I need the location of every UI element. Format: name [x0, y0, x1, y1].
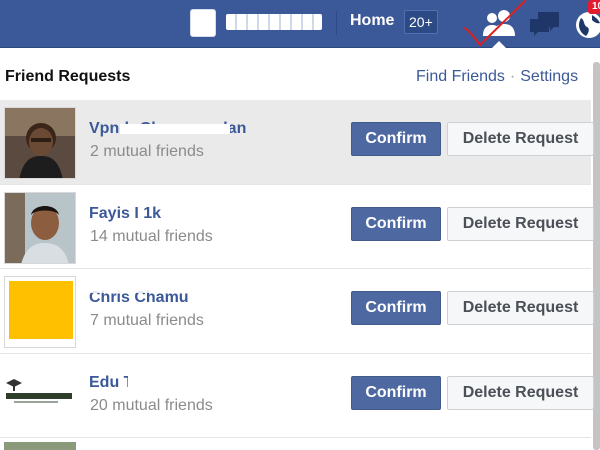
- top-navigation-bar: Home 20+ 10: [0, 0, 600, 49]
- messages-icon[interactable]: [527, 6, 563, 40]
- scrollbar-thumb[interactable]: [593, 62, 600, 450]
- mutual-friends-count[interactable]: 14 mutual friends: [90, 228, 213, 246]
- panel-header: Friend Requests Find Friends · Settings: [0, 48, 600, 100]
- requester-name[interactable]: Fayis I 1k: [89, 205, 161, 223]
- delete-request-button[interactable]: Delete Request: [447, 207, 594, 241]
- friend-request-row: Chris Chamu 7 mutual friends Confirm Del…: [0, 269, 594, 354]
- friend-requests-icon[interactable]: [481, 6, 517, 40]
- confirm-button[interactable]: Confirm: [351, 376, 441, 410]
- mutual-friends-count[interactable]: 7 mutual friends: [90, 312, 204, 330]
- friend-request-row: Edu Track 20 mutual friends Confirm Dele…: [0, 354, 594, 438]
- settings-link[interactable]: Settings: [520, 68, 578, 85]
- find-friends-link[interactable]: Find Friends: [416, 68, 505, 85]
- requester-avatar[interactable]: [4, 107, 76, 179]
- requester-avatar[interactable]: [4, 192, 76, 264]
- confirm-button[interactable]: Confirm: [351, 122, 441, 156]
- friend-requests-panel: Friend Requests Find Friends · Settings Vp…: [0, 48, 600, 450]
- name-redaction: [120, 124, 230, 134]
- delete-request-button[interactable]: Delete Request: [447, 291, 594, 325]
- link-separator: ·: [509, 68, 516, 85]
- name-redaction: [128, 374, 188, 388]
- confirm-button[interactable]: Confirm: [351, 291, 441, 325]
- requester-avatar[interactable]: [4, 276, 76, 348]
- home-count-badge: 20+: [404, 10, 438, 34]
- friend-request-row: Vpndr Choommadan 2 mutual friends Confir…: [0, 100, 594, 185]
- panel-title: Friend Requests: [5, 68, 131, 85]
- topbar-divider: [336, 11, 337, 35]
- delete-request-button[interactable]: Delete Request: [447, 122, 594, 156]
- name-redaction: [88, 286, 198, 293]
- notification-count-badge: 10: [588, 0, 600, 14]
- profile-name-redacted[interactable]: [226, 14, 322, 30]
- mutual-friends-count[interactable]: 20 mutual friends: [90, 397, 213, 415]
- friend-request-row-partial: [0, 438, 591, 450]
- requester-avatar[interactable]: [4, 442, 76, 450]
- delete-request-button[interactable]: Delete Request: [447, 376, 594, 410]
- mutual-friends-count[interactable]: 2 mutual friends: [90, 143, 204, 161]
- panel-links: Find Friends · Settings: [416, 68, 578, 86]
- profile-avatar[interactable]: [190, 9, 216, 37]
- home-link[interactable]: Home: [350, 12, 394, 30]
- confirm-button[interactable]: Confirm: [351, 207, 441, 241]
- friend-request-row: Fayis I 1k 14 mutual friends Confirm Del…: [0, 185, 594, 269]
- requester-avatar[interactable]: [4, 361, 76, 433]
